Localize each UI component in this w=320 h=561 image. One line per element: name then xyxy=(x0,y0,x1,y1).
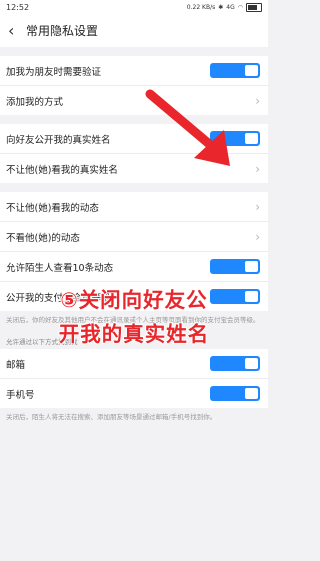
bluetooth-icon: ✱ xyxy=(218,3,224,11)
toggle-switch[interactable] xyxy=(210,259,260,274)
setting-row-hide-their-moments[interactable]: 不看他(她)的动态 › xyxy=(0,222,268,252)
setting-row-stranger-moments[interactable]: 允许陌生人查看10条动态 xyxy=(0,252,268,282)
setting-label: 手机号 xyxy=(6,389,35,401)
toggle-switch[interactable] xyxy=(210,356,260,371)
setting-label: 不让他(她)看我的真实姓名 xyxy=(6,164,118,176)
toggle-switch[interactable] xyxy=(210,386,260,401)
chevron-right-icon: › xyxy=(255,161,260,176)
annotation-arrow-icon xyxy=(145,89,230,166)
chevron-right-icon: › xyxy=(255,199,260,214)
setting-row-phone[interactable]: 手机号 xyxy=(0,379,268,408)
section-find-me: 邮箱 手机号 xyxy=(0,349,268,408)
header-bar: ‹ 常用隐私设置 xyxy=(0,14,268,47)
setting-row-verify[interactable]: 加我为朋友时需要验证 xyxy=(0,56,268,86)
chevron-right-icon: › xyxy=(255,93,260,108)
setting-label: 不让他(她)看我的动态 xyxy=(6,202,99,214)
chevron-right-icon: › xyxy=(255,229,260,244)
setting-row-hide-my-moments[interactable]: 不让他(她)看我的动态 › xyxy=(0,192,268,222)
setting-label: 向好友公开我的真实姓名 xyxy=(6,134,111,146)
page-title: 常用隐私设置 xyxy=(26,24,99,38)
setting-label: 允许陌生人查看10条动态 xyxy=(6,262,114,274)
status-bar: 12:52 0.22 KB/s ✱ 4G ◠ xyxy=(0,0,268,14)
back-icon[interactable]: ‹ xyxy=(8,21,26,40)
setting-row-email[interactable]: 邮箱 xyxy=(0,349,268,379)
network-type: 4G xyxy=(226,3,235,11)
setting-label: 不看他(她)的动态 xyxy=(6,232,80,244)
battery-icon xyxy=(246,2,262,12)
status-time: 12:52 xyxy=(6,2,30,12)
toggle-switch[interactable] xyxy=(210,63,260,78)
wifi-icon: ◠ xyxy=(237,3,243,11)
find-me-note: 关闭后，陌生人将无法在搜索、添加朋友等场景通过邮箱/手机号找到你。 xyxy=(0,408,268,428)
annotation-text-line1: ⑤关闭向好友公 xyxy=(59,287,208,313)
network-speed: 0.22 KB/s xyxy=(186,3,216,11)
setting-label: 添加我的方式 xyxy=(6,96,64,108)
status-icons: 0.22 KB/s ✱ 4G ◠ xyxy=(186,2,262,12)
setting-label: 加我为朋友时需要验证 xyxy=(6,66,102,78)
annotation-text-line2: 开我的真实姓名 xyxy=(58,321,210,347)
setting-label: 邮箱 xyxy=(6,359,26,371)
